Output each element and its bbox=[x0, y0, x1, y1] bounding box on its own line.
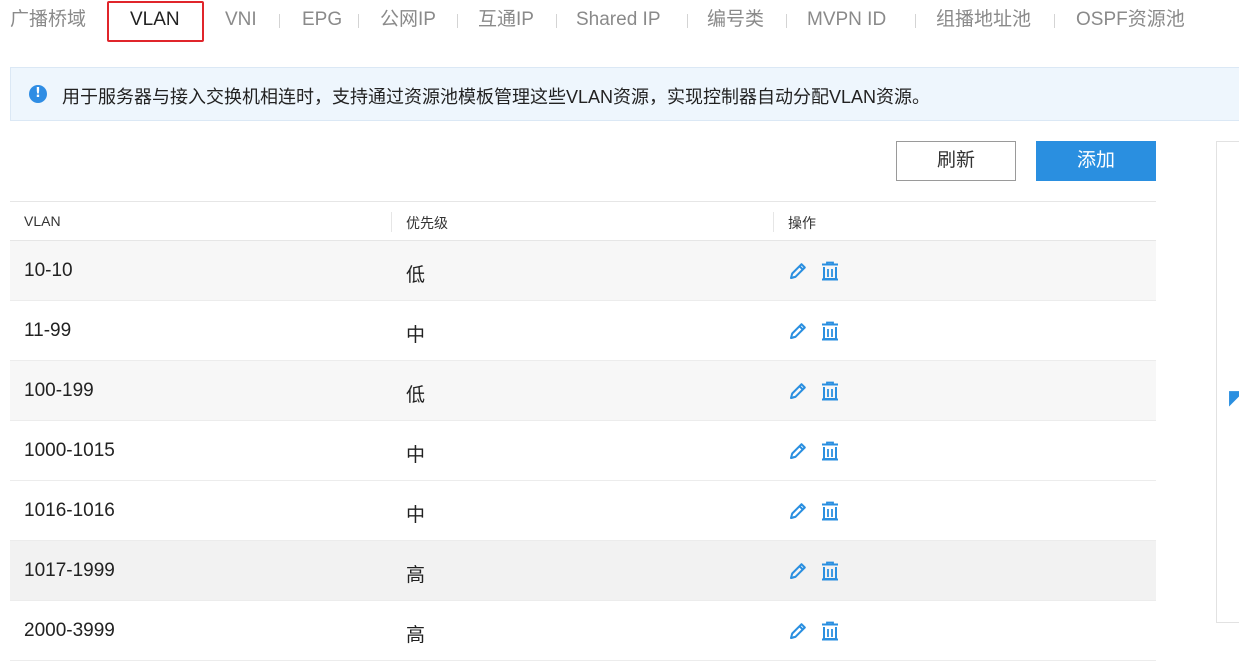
side-panel-icon: ◤ bbox=[1229, 387, 1239, 409]
vlan-range-cell: 1000-1015 bbox=[24, 440, 115, 461]
info-icon: ! bbox=[29, 85, 47, 103]
tab-separator bbox=[556, 14, 557, 28]
table-row: 10-10 低 bbox=[10, 241, 1156, 301]
notice-text: 用于服务器与接入交换机相连时，支持通过资源池模板管理这些VLAN资源，实现控制器… bbox=[62, 87, 931, 107]
edit-icon[interactable] bbox=[787, 320, 809, 342]
tab-separator bbox=[279, 14, 280, 28]
priority-cell: 低 bbox=[406, 265, 426, 286]
tab-separator bbox=[358, 14, 359, 28]
tab-vlan[interactable]: VLAN bbox=[130, 6, 180, 36]
delete-icon[interactable] bbox=[819, 620, 841, 642]
tab-mvpn-id[interactable]: MVPN ID bbox=[807, 6, 886, 36]
delete-icon[interactable] bbox=[819, 500, 841, 522]
add-button[interactable]: 添加 bbox=[1036, 141, 1156, 181]
refresh-button[interactable]: 刷新 bbox=[896, 141, 1016, 181]
vlan-range-cell: 2000-3999 bbox=[24, 620, 115, 641]
priority-cell: 高 bbox=[406, 565, 426, 586]
edit-icon[interactable] bbox=[787, 260, 809, 282]
priority-cell: 中 bbox=[406, 505, 426, 526]
edit-icon[interactable] bbox=[787, 560, 809, 582]
vlan-range-cell: 100-199 bbox=[24, 380, 94, 401]
edit-icon[interactable] bbox=[787, 380, 809, 402]
table-row: 1017-1999 高 bbox=[10, 541, 1156, 601]
tab-interconnect-ip[interactable]: 互通IP bbox=[478, 6, 534, 36]
table-row: 2000-3999 高 bbox=[10, 601, 1156, 661]
tab-epg[interactable]: EPG bbox=[302, 6, 342, 36]
tab-number-class[interactable]: 编号类 bbox=[707, 6, 764, 36]
delete-icon[interactable] bbox=[819, 440, 841, 462]
vlan-range-cell: 1016-1016 bbox=[24, 500, 115, 521]
delete-icon[interactable] bbox=[819, 560, 841, 582]
side-panel: ◤ bbox=[1216, 141, 1239, 623]
tab-broadcast-bridge-domain[interactable]: 广播桥域 bbox=[10, 6, 86, 36]
tab-separator bbox=[1054, 14, 1055, 28]
tab-public-ip[interactable]: 公网IP bbox=[380, 6, 436, 36]
column-header-actions: 操作 bbox=[788, 215, 816, 231]
column-divider bbox=[391, 212, 392, 232]
vlan-range-cell: 1017-1999 bbox=[24, 560, 115, 581]
delete-icon[interactable] bbox=[819, 320, 841, 342]
tab-vni[interactable]: VNI bbox=[225, 6, 257, 36]
info-notice: ! 用于服务器与接入交换机相连时，支持通过资源池模板管理这些VLAN资源，实现控… bbox=[10, 67, 1239, 121]
edit-icon[interactable] bbox=[787, 500, 809, 522]
delete-icon[interactable] bbox=[819, 260, 841, 282]
tab-shared-ip[interactable]: Shared IP bbox=[576, 6, 661, 36]
column-divider bbox=[773, 212, 774, 232]
column-header-vlan[interactable]: VLAN bbox=[24, 213, 61, 229]
table-header: VLAN 优先级 操作 bbox=[10, 201, 1156, 241]
table-body: 10-10 低 11-99 中 100-199 低 1000-1015 中 1016-1016 中… bbox=[10, 241, 1156, 661]
column-header-priority[interactable]: 优先级 bbox=[406, 213, 448, 233]
table-row: 11-99 中 bbox=[10, 301, 1156, 361]
tab-separator bbox=[915, 14, 916, 28]
table-row: 100-199 低 bbox=[10, 361, 1156, 421]
delete-icon[interactable] bbox=[819, 380, 841, 402]
tab-separator bbox=[457, 14, 458, 28]
edit-icon[interactable] bbox=[787, 440, 809, 462]
resource-pool-tabs: 广播桥域 VLAN VNI EPG 公网IP 互通IP Shared IP 编号… bbox=[0, 0, 1239, 42]
table-row: 1000-1015 中 bbox=[10, 421, 1156, 481]
priority-cell: 中 bbox=[406, 445, 426, 466]
tab-separator bbox=[687, 14, 688, 28]
table-row: 1016-1016 中 bbox=[10, 481, 1156, 541]
priority-cell: 中 bbox=[406, 325, 426, 346]
vlan-range-cell: 11-99 bbox=[24, 320, 72, 341]
tab-multicast-address-pool[interactable]: 组播地址池 bbox=[936, 6, 1031, 36]
vlan-table: VLAN 优先级 操作 10-10 低 11-99 中 100-199 低 1000-101… bbox=[10, 201, 1156, 661]
edit-icon[interactable] bbox=[787, 620, 809, 642]
tab-separator bbox=[786, 14, 787, 28]
priority-cell: 高 bbox=[406, 625, 426, 646]
priority-cell: 低 bbox=[406, 385, 426, 406]
vlan-range-cell: 10-10 bbox=[24, 260, 73, 281]
tab-ospf-resource-pool[interactable]: OSPF资源池 bbox=[1076, 6, 1185, 36]
